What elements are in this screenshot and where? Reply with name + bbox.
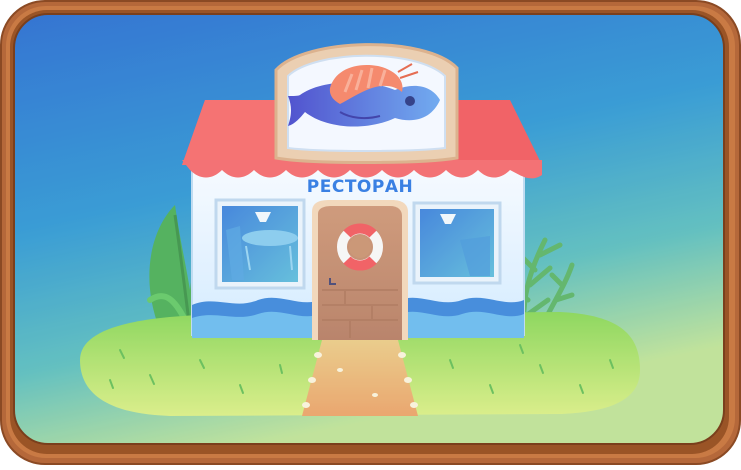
restaurant-card[interactable]: РЕСТОРАН [0, 0, 741, 466]
